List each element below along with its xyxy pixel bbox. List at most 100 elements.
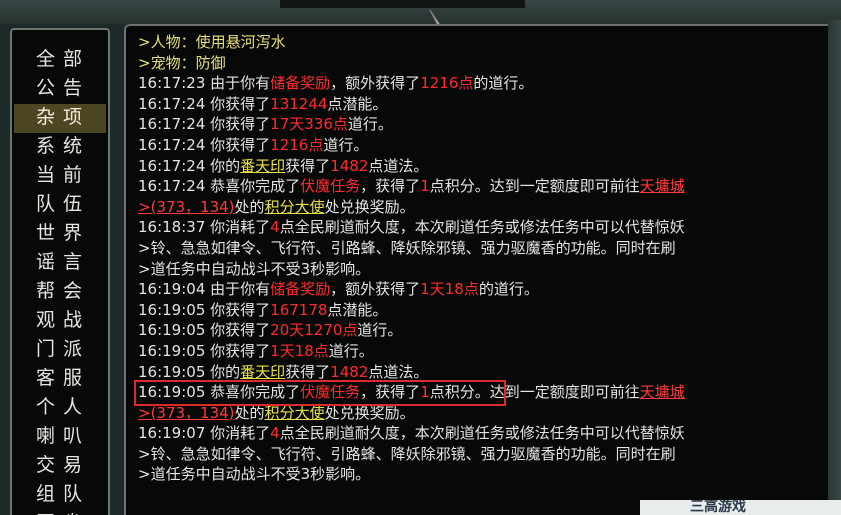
sidebar-tab[interactable]: 世界: [14, 220, 106, 249]
sidebar-tab[interactable]: 同省: [14, 510, 106, 515]
message-text: 道行。: [328, 341, 374, 360]
sidebar-tab[interactable]: 门派: [14, 336, 106, 365]
chat-message: 16:17:23 由于你有储备奖励，额外获得了1216点的道行。: [138, 73, 830, 94]
sidebar-tab[interactable]: 公告: [14, 75, 106, 104]
message-text: 点积分。达到一定额度即可前往: [429, 177, 640, 196]
message-text: 1天18点: [420, 280, 479, 299]
top-frame-dark-bar: [280, 0, 525, 8]
message-text: 1216点: [270, 135, 324, 154]
message-text: 你获得了: [210, 115, 271, 134]
chat-message: 16:18:37 你消耗了4点全民刷道耐久度，本次刷道任务或修法任务中可以代替惊…: [138, 217, 830, 238]
message-text: 伏魔任务: [300, 177, 361, 196]
message-timestamp: 16:17:24: [138, 94, 211, 113]
sidebar-tab[interactable]: 全部: [14, 46, 106, 75]
sidebar-tab[interactable]: 观战: [14, 307, 106, 336]
chat-link[interactable]: 天墉城: [640, 383, 685, 401]
message-text: 储备奖励: [270, 280, 331, 299]
chat-link[interactable]: 番天印: [240, 157, 285, 175]
message-text: >道任务中自动战斗不受3秒影响。: [138, 465, 371, 484]
message-timestamp: 16:17:23: [138, 74, 211, 93]
sidebar-tab[interactable]: 谣言: [14, 249, 106, 278]
message-timestamp: 16:19:05: [138, 362, 211, 381]
message-text: 1482: [330, 362, 369, 381]
sidebar-tab[interactable]: 当前: [14, 162, 106, 191]
message-text: 你获得了: [210, 341, 271, 360]
message-text: 点道法。: [368, 362, 429, 381]
sidebar-tab[interactable]: 客服: [14, 365, 106, 394]
chat-message: 16:19:05 你获得了167178点潜能。: [138, 300, 830, 321]
chat-link[interactable]: 番天印: [240, 363, 285, 381]
message-text: 储备奖励: [270, 74, 331, 93]
watermark-text: 三高游戏: [690, 500, 746, 515]
chat-message: 16:19:05 你获得了1天18点道行。: [138, 341, 830, 362]
sidebar-tab[interactable]: 组队: [14, 481, 106, 510]
message-text: 131244: [270, 94, 328, 113]
message-text: ，获得了: [360, 177, 421, 196]
channel-sidebar: 全部公告杂项系统当前队伍世界谣言帮会观战门派客服个人喇叭交易组队同省: [10, 28, 110, 515]
message-text: 的道行。: [473, 74, 534, 93]
message-text: ，额外获得了: [330, 74, 421, 93]
chat-message: 16:17:24 你获得了1216点道行。: [138, 135, 830, 156]
message-timestamp: 16:18:37: [138, 218, 211, 237]
sidebar-tab[interactable]: 队伍: [14, 191, 106, 220]
message-text: 由于你有: [210, 74, 271, 93]
message-text: 道行。: [323, 135, 369, 154]
chat-message: 16:19:04 由于你有储备奖励，额外获得了1天18点的道行。: [138, 279, 830, 300]
message-text: 你获得了: [210, 300, 271, 319]
highlight-box: [134, 380, 506, 406]
chat-link[interactable]: 积分大使: [265, 404, 325, 422]
chat-message: 16:17:24 恭喜你完成了伏魔任务，获得了1点积分。达到一定额度即可前往天墉…: [138, 176, 830, 197]
message-text: >人物：使用悬河泻水: [138, 33, 286, 51]
message-text: 你获得了: [210, 94, 271, 113]
chat-link[interactable]: >(373，134): [138, 198, 235, 216]
message-text: 道行。: [357, 321, 403, 340]
chat-message: 16:17:24 你获得了17天336点道行。: [138, 114, 830, 135]
message-text: 道行。: [347, 115, 393, 134]
right-frame-edge: [828, 20, 841, 515]
message-text: >铃、急急如律令、飞行符、引路蜂、降妖除邪镜、强力驱魔香的功能。同时在刷: [138, 444, 676, 463]
chat-message: 16:19:05 你的番天印获得了1482点道法。: [138, 362, 830, 383]
channel-tab-list: 全部公告杂项系统当前队伍世界谣言帮会观战门派客服个人喇叭交易组队同省: [14, 46, 106, 515]
chat-log-panel[interactable]: >人物：使用悬河泻水 >宠物：防御 16:17:23 由于你有储备奖励，额外获得了1…: [124, 24, 836, 515]
message-text: 1482: [330, 156, 369, 175]
message-text: 你消耗了: [210, 424, 271, 443]
sidebar-tab[interactable]: 帮会: [14, 278, 106, 307]
message-text: 你的: [210, 156, 241, 175]
sidebar-tab[interactable]: 交易: [14, 452, 106, 481]
message-text: 17天336点: [270, 115, 348, 134]
chat-message: >道任务中自动战斗不受3秒影响。: [138, 464, 830, 485]
message-timestamp: 16:17:24: [138, 177, 211, 196]
message-timestamp: 16:17:24: [138, 156, 211, 175]
chat-message: 16:17:24 你获得了131244点潜能。: [138, 94, 830, 115]
sidebar-tab[interactable]: 喇叭: [14, 423, 106, 452]
message-text: >道任务中自动战斗不受3秒影响。: [138, 259, 371, 278]
chat-message: >宠物：防御: [138, 53, 830, 74]
message-timestamp: 16:19:04: [138, 280, 211, 299]
chat-message: 16:19:07 你消耗了4点全民刷道耐久度，本次刷道任务或修法任务中可以代替惊…: [138, 423, 830, 444]
message-text: 处兑换奖励。: [324, 403, 415, 422]
message-text: >铃、急急如律令、飞行符、引路蜂、降妖除邪镜、强力驱魔香的功能。同时在刷: [138, 238, 676, 257]
message-text: 167178: [270, 300, 328, 319]
message-text: 1216点: [420, 74, 474, 93]
chat-link[interactable]: >(373，134): [138, 404, 235, 422]
message-timestamp: 16:17:24: [138, 135, 211, 154]
message-text: 1天18点: [270, 341, 329, 360]
sidebar-tab[interactable]: 杂项: [14, 104, 106, 133]
chat-link[interactable]: 积分大使: [265, 198, 325, 216]
sidebar-tab[interactable]: 系统: [14, 133, 106, 162]
message-text: 获得了: [285, 156, 331, 175]
message-text: 处兑换奖励。: [324, 197, 415, 216]
message-timestamp: 16:19:05: [138, 341, 211, 360]
message-text: 处的: [234, 197, 265, 216]
message-timestamp: 16:17:24: [138, 115, 211, 134]
chat-message: 16:17:24 你的番天印获得了1482点道法。: [138, 156, 830, 177]
sidebar-tab[interactable]: 个人: [14, 394, 106, 423]
message-timestamp: 16:19:07: [138, 424, 211, 443]
chat-message: >铃、急急如律令、飞行符、引路蜂、降妖除邪镜、强力驱魔香的功能。同时在刷: [138, 444, 830, 465]
message-text: 你获得了: [210, 135, 271, 154]
message-text: ，额外获得了: [330, 280, 421, 299]
chat-link[interactable]: 天墉城: [640, 177, 685, 195]
message-text: 4: [270, 424, 280, 443]
message-text: 的道行。: [478, 280, 539, 299]
message-timestamp: 16:19:05: [138, 321, 211, 340]
